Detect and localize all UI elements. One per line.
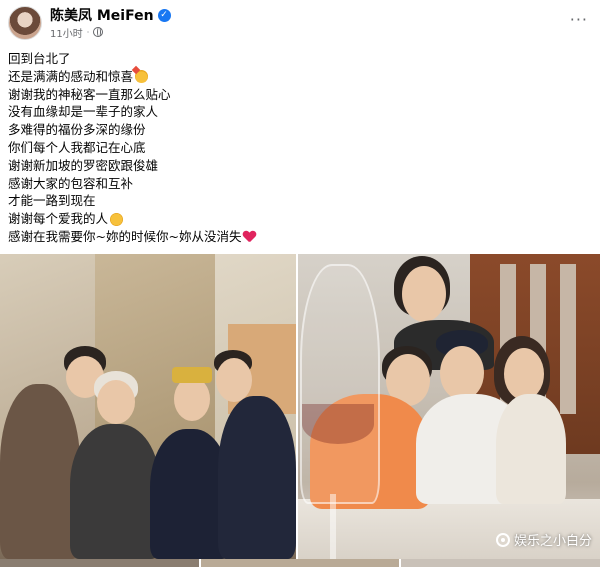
author-avatar[interactable]	[8, 6, 42, 40]
line-text: 谢谢我的神秘客一直那么贴心	[8, 86, 171, 102]
crown-hat	[172, 367, 212, 383]
post-line: 多难得的福份多深的缘份	[8, 121, 592, 139]
person-head	[216, 358, 252, 402]
more-options-button[interactable]: ···	[570, 10, 588, 29]
author-row: 陈美凤 MeiFen ✓	[50, 6, 171, 24]
line-text: 你们每个人我都记在心底	[8, 139, 146, 155]
author-name[interactable]: 陈美凤 MeiFen	[50, 5, 154, 25]
post-line: 才能一路到现在	[8, 192, 592, 210]
post-header: 陈美凤 MeiFen ✓ 11小时 · ···	[0, 0, 600, 46]
line-text: 感谢大家的包容和互补	[8, 175, 134, 191]
separator-dot: ·	[86, 27, 90, 37]
more-photos-strip[interactable]	[0, 559, 600, 567]
glass-stem	[330, 494, 336, 559]
person-figure	[70, 424, 160, 559]
person-head	[402, 266, 446, 322]
verified-badge-icon: ✓	[157, 8, 171, 22]
post-text: 回到台北了 还是满满的感动和惊喜 谢谢我的神秘客一直那么贴心 没有血缘却是一辈子…	[8, 50, 592, 246]
globe-icon	[93, 27, 104, 37]
line-text: 谢谢每个爱我的人	[8, 211, 109, 227]
watermark: 娱乐之小白分	[495, 530, 592, 549]
line-text: 多难得的福份多深的缘份	[8, 122, 146, 138]
kissing-face-icon	[110, 212, 124, 226]
person-head	[97, 380, 135, 424]
person-head	[504, 348, 544, 400]
person-head	[440, 346, 484, 400]
post-line: 谢谢新加坡的罗密欧跟俊雄	[8, 157, 592, 175]
party-face-icon	[135, 70, 149, 84]
line-text: 还是满满的感动和惊喜	[8, 68, 134, 84]
watermark-text: 娱乐之小白分	[513, 534, 592, 549]
post-line: 感谢大家的包容和互补	[8, 175, 592, 193]
post-line: 还是满满的感动和惊喜	[8, 68, 592, 86]
line-text: 才能一路到现在	[8, 193, 96, 209]
line-text: 没有血缘却是一辈子的家人	[8, 104, 159, 120]
post-photo-right[interactable]: 娱乐之小白分	[298, 254, 600, 559]
watermark-logo-icon	[495, 532, 510, 547]
post-timestamp[interactable]: 11小时	[50, 25, 83, 40]
thumbnail[interactable]	[401, 559, 600, 567]
wine	[302, 404, 374, 444]
post-line: 谢谢我的神秘客一直那么贴心	[8, 86, 592, 104]
post-line: 没有血缘却是一辈子的家人	[8, 103, 592, 121]
post-line: 回到台北了	[8, 50, 592, 68]
red-heart-icon	[243, 231, 256, 243]
line-text: 回到台北了	[8, 51, 71, 66]
person-figure	[0, 384, 80, 559]
line-text: 感谢在我需要你~妳的时候你~妳从没消失	[8, 228, 242, 244]
person-head	[174, 377, 210, 421]
line-text: 谢谢新加坡的罗密欧跟俊雄	[8, 157, 159, 173]
facebook-post: 陈美凤 MeiFen ✓ 11小时 · ··· 回到台北了 还是满满的感动和惊喜…	[0, 0, 600, 567]
post-meta: 11小时 ·	[50, 25, 104, 40]
person-figure	[218, 396, 296, 559]
post-line: 感谢在我需要你~妳的时候你~妳从没消失	[8, 228, 592, 246]
post-photo-left[interactable]	[0, 254, 296, 559]
post-line: 你们每个人我都记在心底	[8, 139, 592, 157]
person-figure	[496, 394, 566, 504]
door-window	[560, 264, 576, 414]
thumbnail[interactable]	[0, 559, 199, 567]
post-line: 谢谢每个爱我的人	[8, 210, 592, 228]
wine-glass	[300, 264, 380, 504]
thumbnail[interactable]	[200, 559, 400, 567]
